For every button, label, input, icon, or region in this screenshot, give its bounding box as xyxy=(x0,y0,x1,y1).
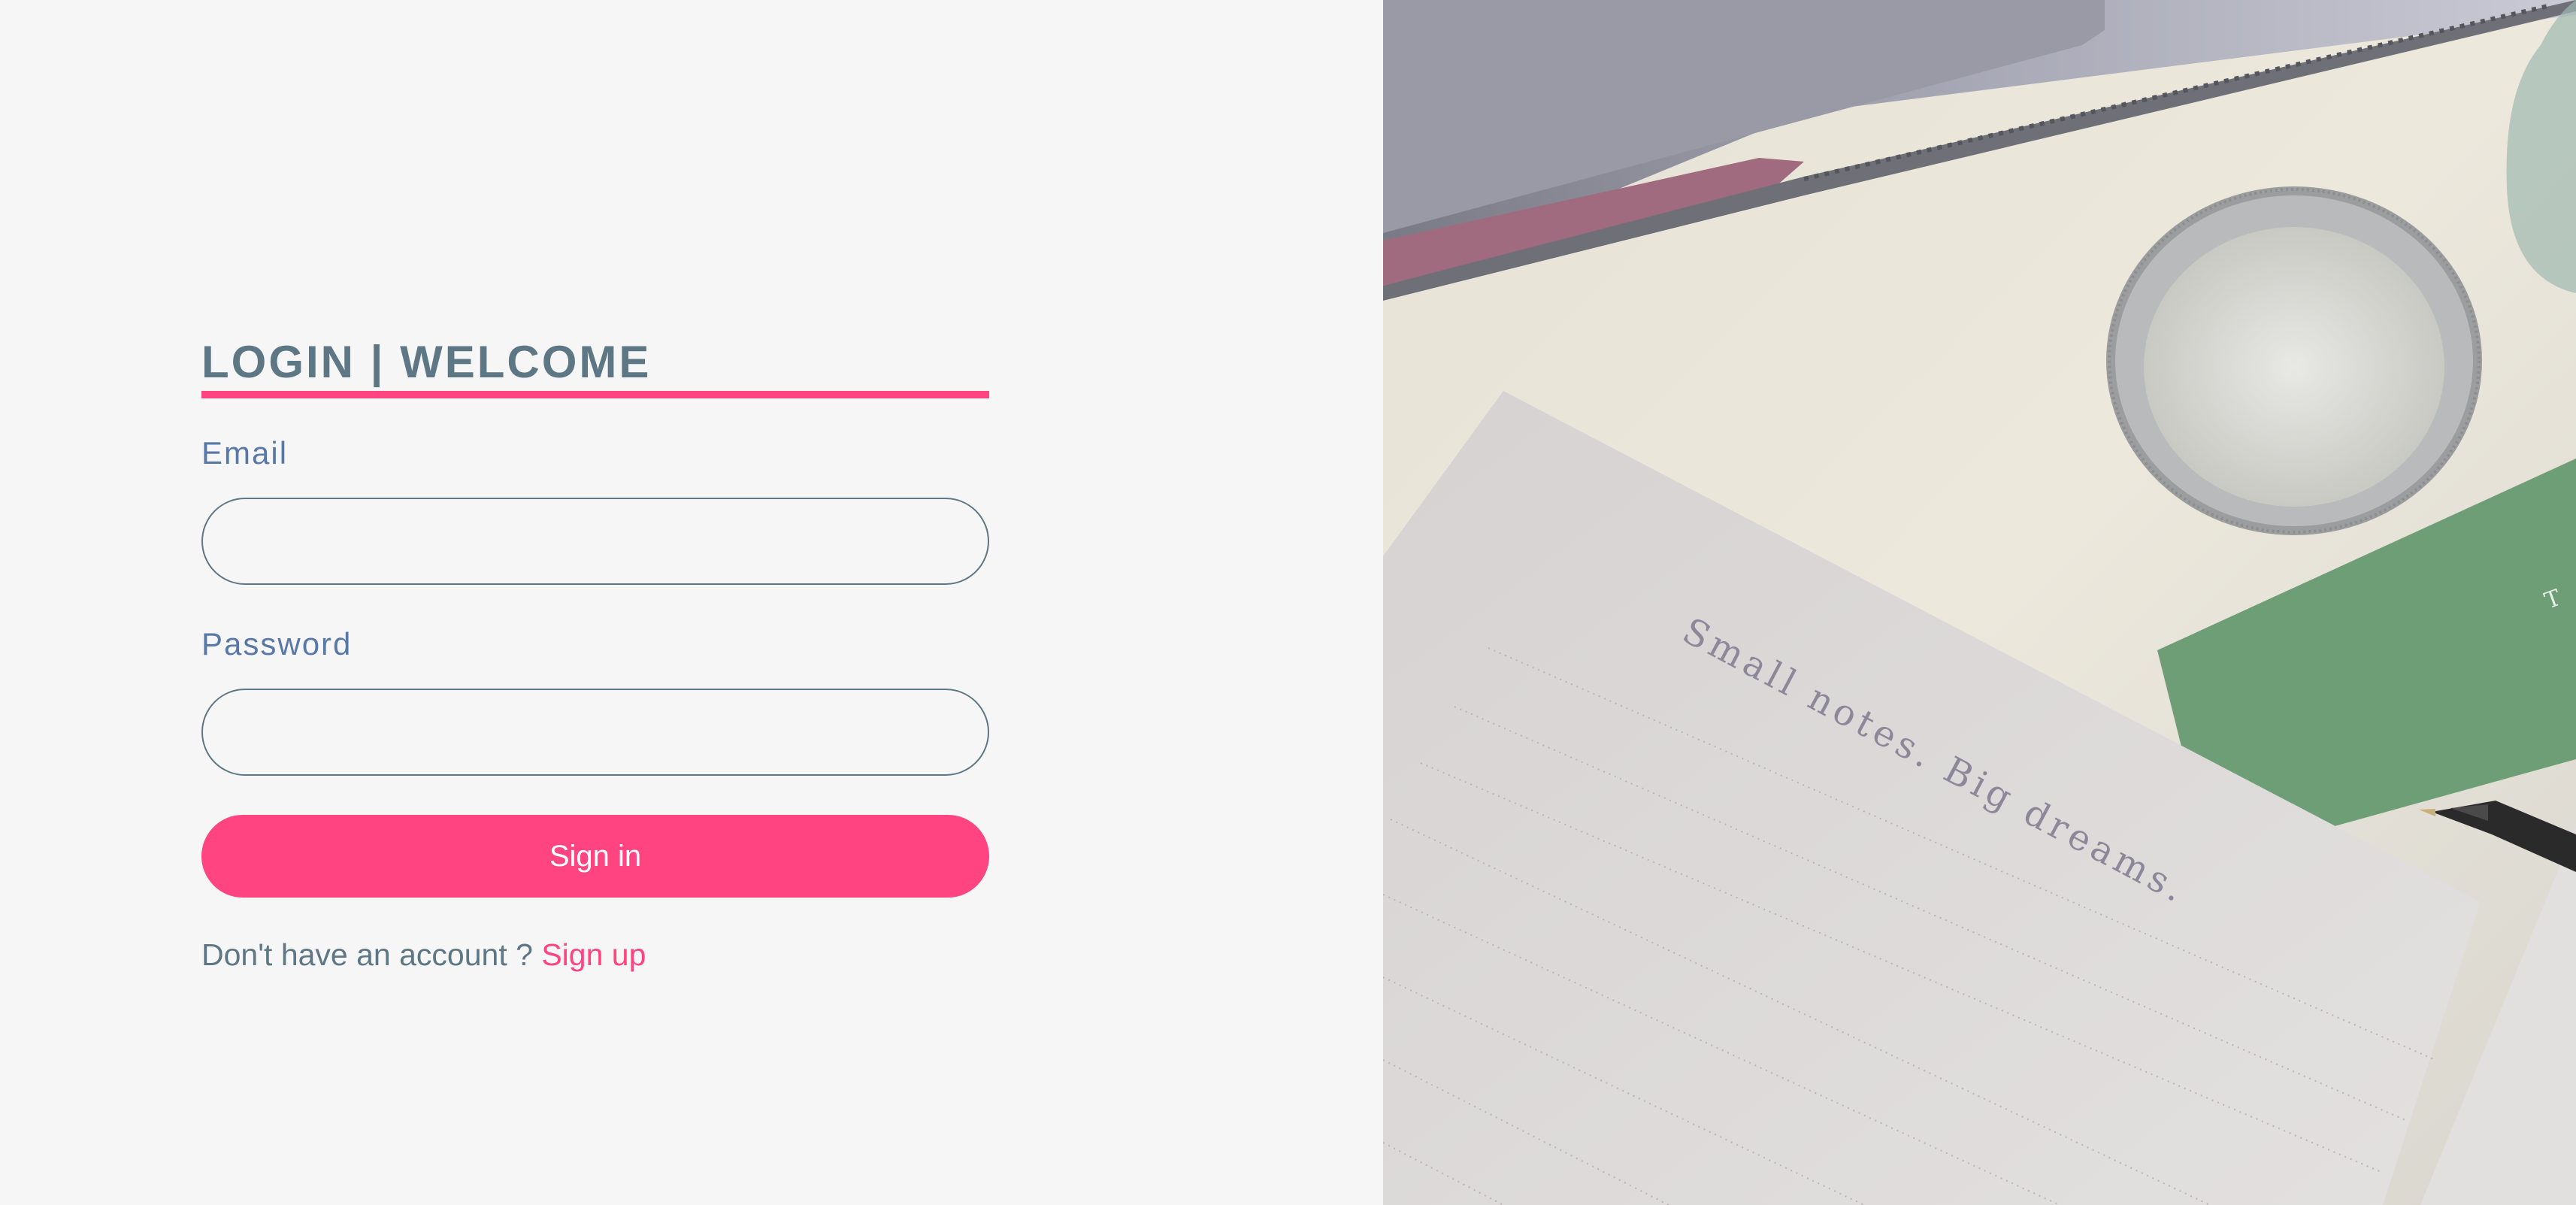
signup-prompt: Don't have an account ? xyxy=(201,937,542,972)
login-page: LOGIN | WELCOME Email Password Sign in D… xyxy=(0,0,2576,1205)
page-title: LOGIN | WELCOME xyxy=(201,337,652,387)
login-form: LOGIN | WELCOME Email Password Sign in D… xyxy=(201,331,989,970)
password-field[interactable] xyxy=(201,689,989,776)
metal-lid-shape xyxy=(2106,186,2482,535)
email-field[interactable] xyxy=(201,498,989,585)
sign-in-button[interactable]: Sign in xyxy=(201,815,989,898)
desk-photo-image: T Small notes. Big dreams. xyxy=(1383,0,2576,1205)
hero-photo: T Small notes. Big dreams. xyxy=(1383,0,2576,1205)
signup-row: Don't have an account ? Sign up xyxy=(201,940,989,970)
email-label: Email xyxy=(201,435,289,471)
sign-up-link[interactable]: Sign up xyxy=(541,937,646,972)
login-panel: LOGIN | WELCOME Email Password Sign in D… xyxy=(0,0,1383,1205)
password-label: Password xyxy=(201,626,353,662)
title-underline xyxy=(201,391,989,398)
